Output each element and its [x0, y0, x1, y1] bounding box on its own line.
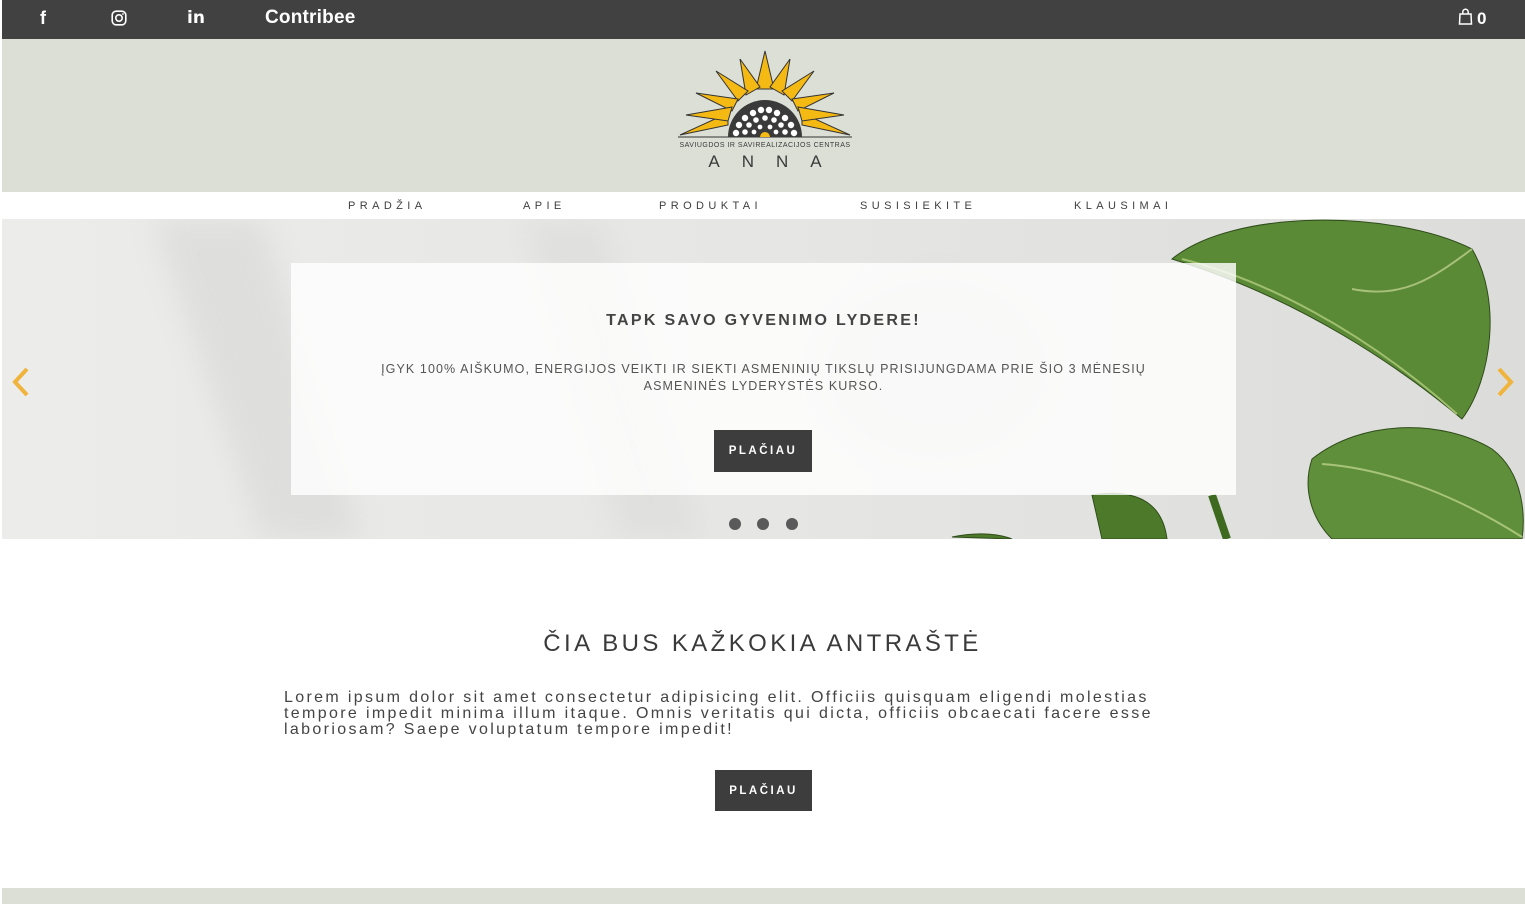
facebook-icon[interactable]: f	[36, 7, 50, 29]
instagram-icon[interactable]	[109, 7, 129, 29]
logo-subtitle: SAVIUGDOS IR SAVIREALIZACIJOS CENTRAS	[679, 142, 851, 149]
nav-item-susisiekite[interactable]: SUSISIEKITE	[860, 200, 976, 212]
slide-indicator-1[interactable]	[729, 518, 741, 530]
slide-indicator-3[interactable]	[786, 518, 798, 530]
linkedin-icon[interactable]: in	[186, 7, 206, 29]
section-title: ČIA BUS KAŽKOKIA ANTRAŠTĖ	[543, 630, 982, 657]
cart-count: 0	[1477, 9, 1487, 28]
shopping-bag-icon	[1458, 8, 1473, 30]
slide-indicator-2[interactable]	[757, 518, 769, 530]
logo[interactable]: SAVIUGDOS IR SAVIREALIZACIJOS CENTRAS AN…	[676, 49, 854, 175]
brand-link[interactable]: Contribee	[265, 7, 355, 29]
hero-slider: TAPK SAVO GYVENIMO LYDERE! ĮGYK 100% AIŠ…	[2, 219, 1525, 539]
header: SAVIUGDOS IR SAVIREALIZACIJOS CENTRAS AN…	[2, 39, 1525, 192]
nav-item-apie[interactable]: APIE	[523, 200, 566, 212]
slide-text: ĮGYK 100% AIŠKUMO, ENERGIJOS VEIKTI IR S…	[381, 362, 1146, 393]
footer-strip	[2, 888, 1525, 904]
slide-caption-box: TAPK SAVO GYVENIMO LYDERE! ĮGYK 100% AIŠ…	[291, 263, 1236, 495]
top-bar: f in Contribee 0	[2, 0, 1525, 39]
slide-more-button[interactable]: PLAČIAU	[714, 430, 812, 472]
main-nav: PRADŽIA APIE PRODUKTAI SUSISIEKITE KLAUS…	[2, 192, 1525, 219]
nav-item-klausimai[interactable]: KLAUSIMAI	[1074, 200, 1172, 212]
next-slide-icon[interactable]	[1494, 365, 1516, 399]
slide-title: TAPK SAVO GYVENIMO LYDERE!	[606, 312, 921, 329]
logo-name: ANNA	[708, 152, 844, 171]
sunflower-logo-icon	[678, 50, 852, 138]
section-more-button[interactable]: PLAČIAU	[715, 770, 812, 811]
nav-item-produktai[interactable]: PRODUKTAI	[659, 200, 762, 212]
nav-item-pradzia[interactable]: PRADŽIA	[348, 200, 426, 212]
previous-slide-icon[interactable]	[10, 365, 32, 399]
cart-button[interactable]: 0	[1458, 8, 1486, 30]
section-text: Lorem ipsum dolor sit amet consectetur a…	[284, 689, 1153, 738]
